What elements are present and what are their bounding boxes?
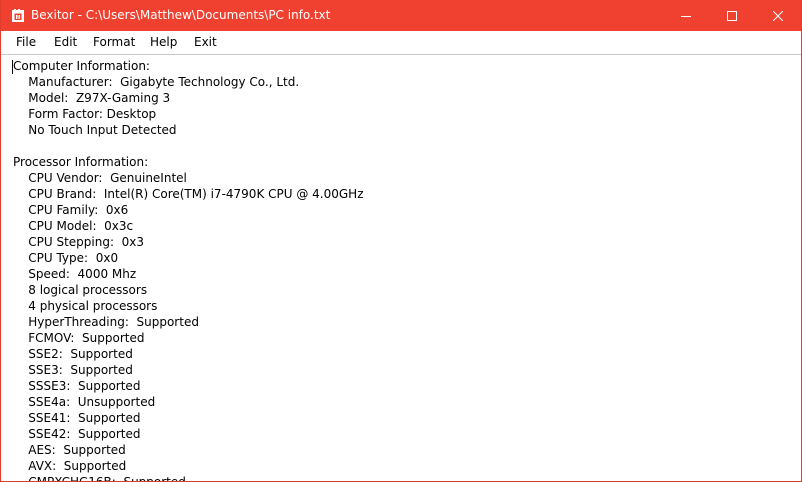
document-line: 4 physical processors bbox=[13, 299, 158, 313]
document-line: AES: Supported bbox=[13, 443, 126, 457]
document-line: CMPXCHG16B: Supported bbox=[13, 475, 186, 482]
document-line: SSE41: Supported bbox=[13, 411, 141, 425]
close-button[interactable] bbox=[755, 0, 801, 31]
document-line: Manufacturer: Gigabyte Technology Co., L… bbox=[13, 75, 300, 89]
app-icon bbox=[12, 9, 24, 22]
document-line: SSE3: Supported bbox=[13, 363, 133, 377]
document-line: No Touch Input Detected bbox=[13, 123, 177, 137]
document-line: CPU Vendor: GenuineIntel bbox=[13, 171, 187, 185]
document-line: Model: Z97X-Gaming 3 bbox=[13, 91, 171, 105]
menu-edit[interactable]: Edit bbox=[52, 34, 79, 50]
menu-file[interactable]: File bbox=[14, 34, 38, 50]
close-icon bbox=[773, 10, 783, 21]
document-line: Speed: 4000 Mhz bbox=[13, 267, 137, 281]
document-line: 8 logical processors bbox=[13, 283, 148, 297]
document-lines: Computer Information: Manufacturer: Giga… bbox=[13, 58, 364, 482]
document-line: AVX: Supported bbox=[13, 459, 127, 473]
menu-bar: File Edit Format Help Exit bbox=[1, 31, 801, 55]
document-line: SSE4a: Unsupported bbox=[13, 395, 156, 409]
window-title: Bexitor - C:\Users\Matthew\Documents\PC … bbox=[31, 8, 331, 22]
document-line: Processor Information: bbox=[13, 155, 149, 169]
maximize-button[interactable] bbox=[709, 0, 755, 31]
document-line: HyperThreading: Supported bbox=[13, 315, 199, 329]
menu-format[interactable]: Format bbox=[91, 34, 137, 50]
document-line: CPU Family: 0x6 bbox=[13, 203, 129, 217]
document-line: Form Factor: Desktop bbox=[13, 107, 157, 121]
document-line: SSE42: Supported bbox=[13, 427, 141, 441]
document-line: CPU Stepping: 0x3 bbox=[13, 235, 145, 249]
minimize-button[interactable] bbox=[663, 0, 709, 31]
document-line: SSSE3: Supported bbox=[13, 379, 141, 393]
minimize-icon bbox=[681, 15, 691, 17]
menu-help[interactable]: Help bbox=[148, 34, 179, 50]
document-line: SSE2: Supported bbox=[13, 347, 133, 361]
menu-exit[interactable]: Exit bbox=[192, 34, 219, 50]
text-editor-area[interactable]: Computer Information: Manufacturer: Giga… bbox=[1, 55, 801, 482]
document-line: CPU Type: 0x0 bbox=[13, 251, 119, 265]
app-window: Bexitor - C:\Users\Matthew\Documents\PC … bbox=[0, 0, 802, 482]
document-line: CPU Brand: Intel(R) Core(TM) i7-4790K CP… bbox=[13, 187, 364, 201]
document-line: Computer Information: bbox=[13, 59, 150, 73]
document-line: FCMOV: Supported bbox=[13, 331, 145, 345]
maximize-icon bbox=[727, 10, 737, 21]
title-bar[interactable]: Bexitor - C:\Users\Matthew\Documents\PC … bbox=[1, 0, 801, 31]
document-line: CPU Model: 0x3c bbox=[13, 219, 134, 233]
